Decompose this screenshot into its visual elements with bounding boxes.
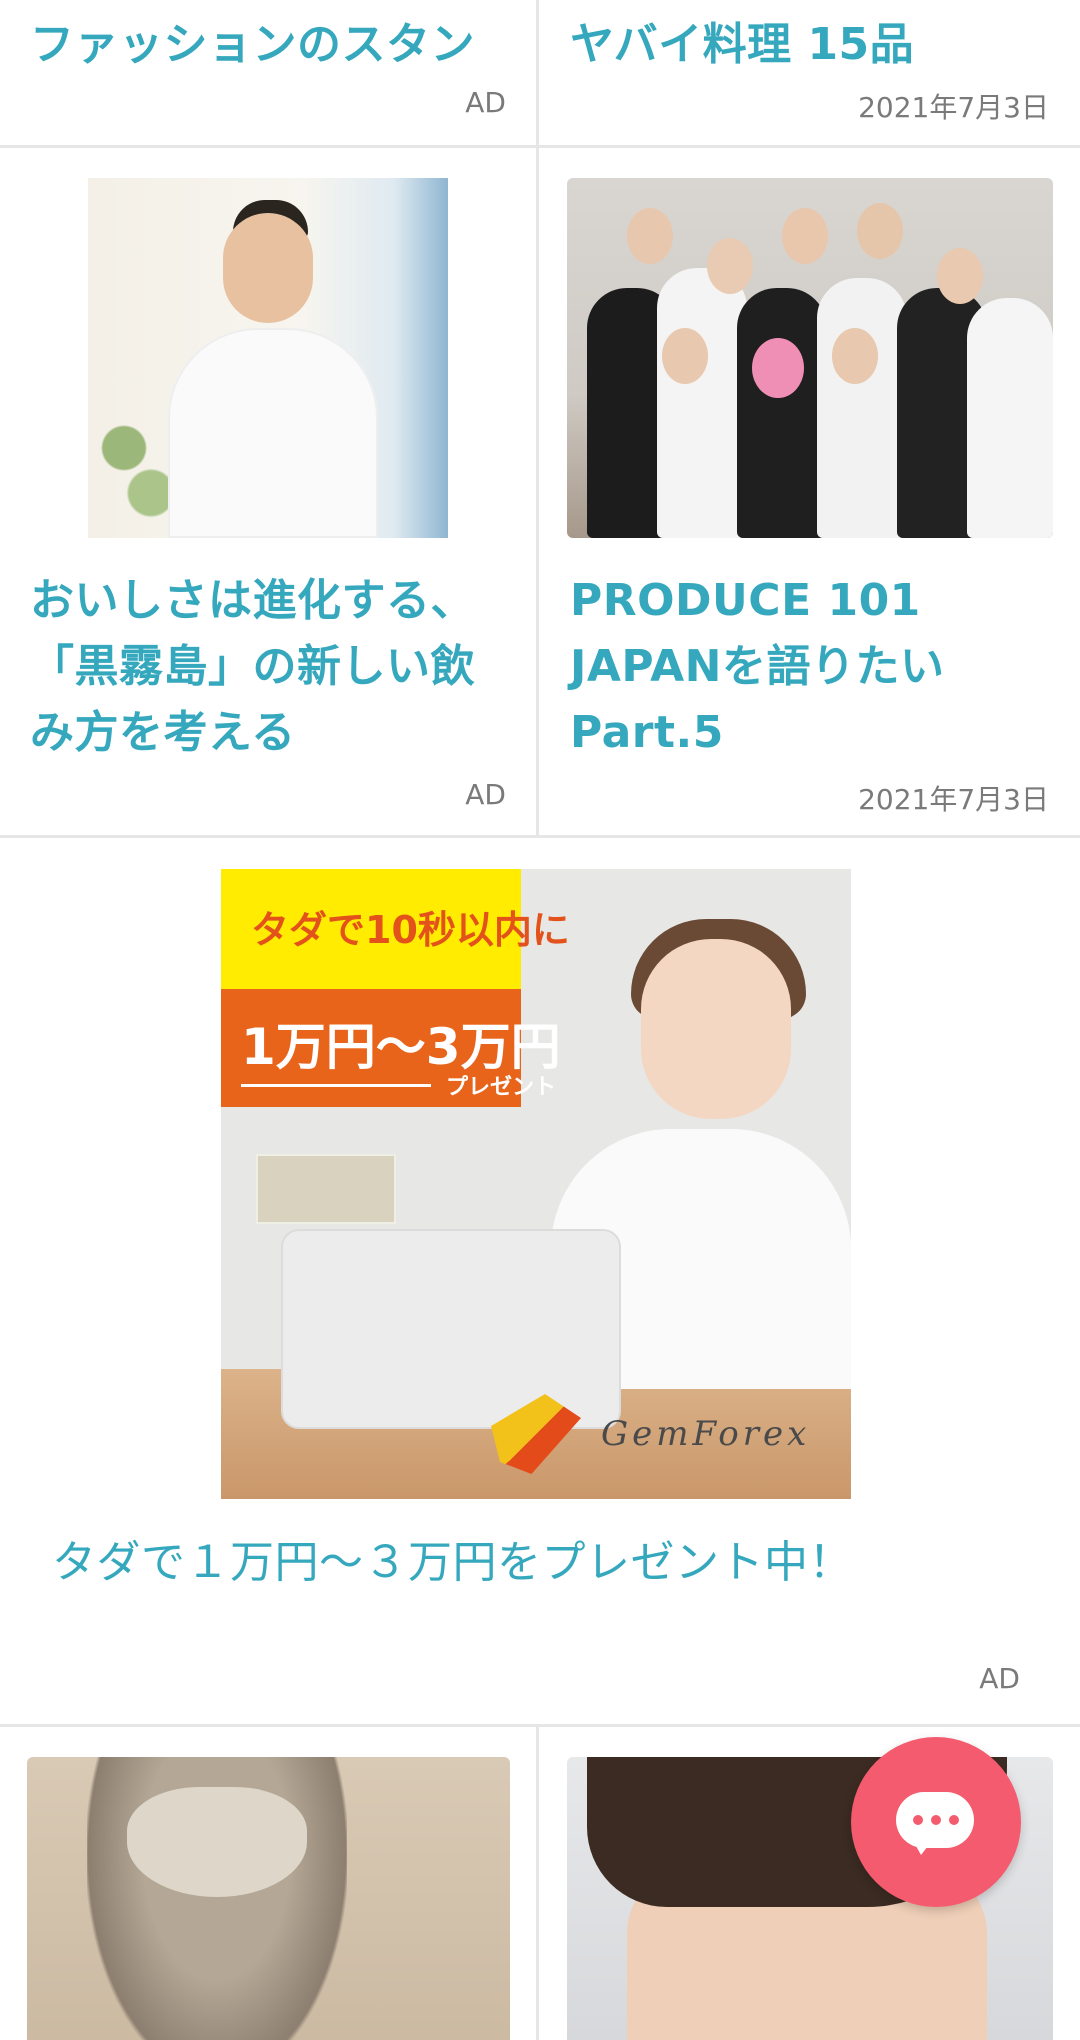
person-head: [857, 203, 903, 259]
ad-present-label: プレゼント: [446, 1075, 557, 1100]
ad-card-gemforex[interactable]: タダで10秒以内に 1万円〜3万円 プレゼント GemForex タダで１万円〜…: [0, 838, 1080, 1724]
person-figure: [967, 298, 1053, 538]
article-thumbnail[interactable]: [567, 178, 1053, 538]
plant-decoration: [88, 388, 178, 538]
person-head: [937, 248, 983, 304]
ad-banner-image[interactable]: タダで10秒以内に 1万円〜3万円 プレゼント GemForex: [221, 869, 851, 1499]
article-card-bottom-left[interactable]: [0, 1727, 536, 2040]
person-figure: [168, 328, 378, 538]
person-head: [707, 238, 753, 294]
article-title[interactable]: PRODUCE 101 JAPANを語りたい Part.5: [570, 568, 1040, 766]
dot: [931, 1815, 941, 1825]
arrow: [241, 1084, 431, 1087]
article-card-top-right[interactable]: ヤバイ料理 15品 2021年7月3日: [539, 0, 1080, 145]
person-figure: [657, 268, 747, 538]
ad-headline: タダで10秒以内に: [251, 908, 570, 952]
person-figure: [817, 278, 907, 538]
article-card-produce101[interactable]: PRODUCE 101 JAPANを語りたい Part.5 2021年7月3日: [539, 148, 1080, 835]
article-date: 2021年7月3日: [858, 783, 1049, 816]
chat-fab-button[interactable]: [851, 1737, 1021, 1907]
article-thumbnail[interactable]: [88, 178, 448, 538]
person-figure: [737, 288, 827, 538]
woman-head: [641, 939, 791, 1119]
ad-label: AD: [465, 86, 506, 119]
article-card-top-left[interactable]: ファッションのスタン AD: [0, 0, 536, 145]
person-head: [223, 213, 313, 323]
dot: [913, 1815, 923, 1825]
article-title[interactable]: ファッションのスタン: [30, 12, 510, 78]
person-head: [752, 338, 804, 398]
banknotes: [256, 1154, 396, 1224]
article-card-kurokirishima[interactable]: おいしさは進化する、「黒霧島」の新しい飲み方を考える AD: [0, 148, 536, 835]
dot: [949, 1815, 959, 1825]
fox-face: [127, 1787, 307, 1897]
article-thumbnail[interactable]: [27, 1757, 510, 2040]
ad-label: AD: [979, 1662, 1020, 1695]
article-title[interactable]: ヤバイ料理 15品: [570, 12, 1050, 78]
article-title[interactable]: おいしさは進化する、「黒霧島」の新しい飲み方を考える: [30, 568, 500, 766]
ad-label: AD: [465, 778, 506, 811]
person-head: [782, 208, 828, 264]
person-head: [627, 208, 673, 264]
brand-name: GemForex: [601, 1414, 811, 1454]
laptop: [281, 1229, 621, 1429]
person-head: [832, 328, 878, 384]
person-head: [662, 328, 708, 384]
ad-title[interactable]: タダで１万円〜３万円をプレゼント中！: [52, 1530, 1052, 1596]
chat-bubble-tail: [911, 1837, 935, 1855]
article-date: 2021年7月3日: [858, 91, 1049, 124]
